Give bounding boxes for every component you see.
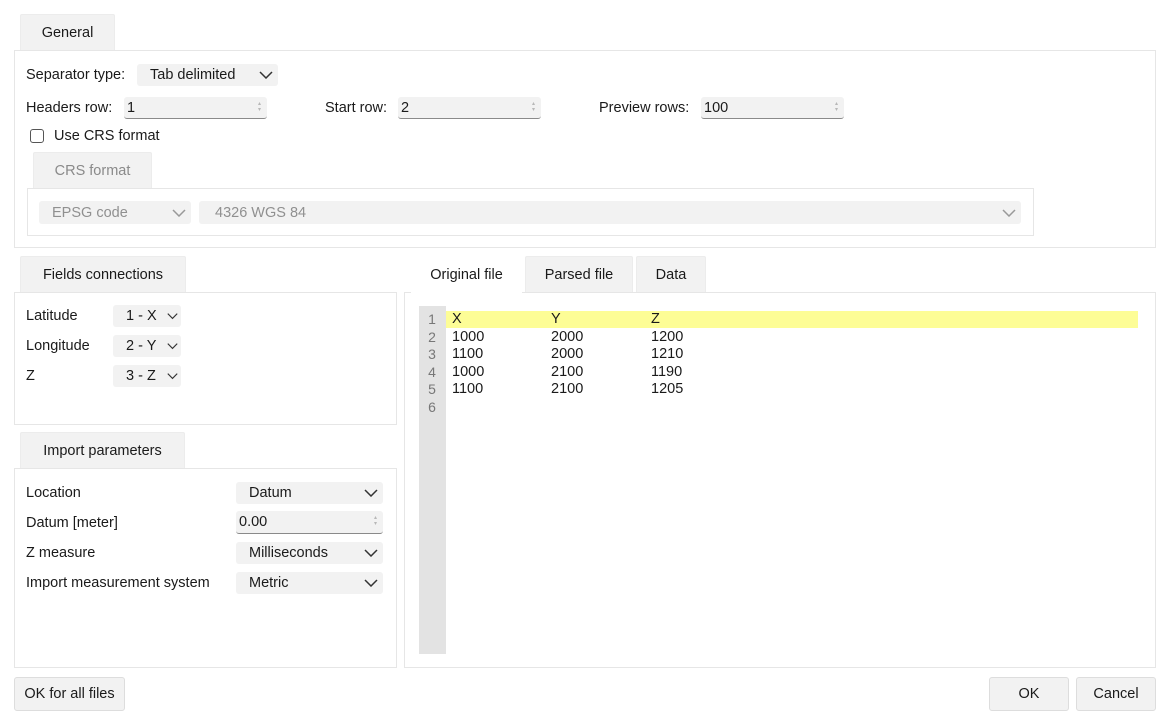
tab-fields-connections-label: Fields connections: [42, 267, 164, 283]
chevron-down-icon: [1002, 208, 1016, 217]
file-cell: Y: [551, 311, 561, 327]
datum-input[interactable]: 0.00 ▴ ▾: [236, 511, 383, 534]
field-latitude-select[interactable]: 1 - X: [113, 305, 181, 327]
ok-label: OK: [1018, 686, 1040, 702]
ok-button[interactable]: OK: [989, 677, 1069, 711]
preview-rows-label: Preview rows:: [599, 100, 690, 116]
measurement-system-select[interactable]: Metric: [236, 572, 383, 594]
line-number: 5: [428, 381, 436, 397]
tab-crs-format: CRS format: [33, 152, 152, 189]
line-number: 4: [428, 363, 436, 380]
ok-for-all-files-button[interactable]: OK for all files: [14, 677, 125, 711]
separator-label: Separator type:: [26, 67, 126, 83]
chevron-down-icon: [364, 579, 378, 587]
location-label: Location: [26, 485, 81, 501]
chevron-down-icon: [167, 313, 178, 320]
preview-rows-input[interactable]: 100 ▴ ▾: [701, 97, 844, 119]
file-cell: Z: [651, 311, 660, 327]
tab-data[interactable]: Data: [636, 256, 706, 293]
preview-panel: [404, 292, 1156, 668]
chevron-down-icon: [167, 373, 178, 380]
field-longitude-select[interactable]: 2 - Y: [113, 335, 181, 357]
chevron-down-icon: [259, 71, 273, 79]
file-cell: 1200: [651, 328, 684, 345]
z-measure-select[interactable]: Milliseconds: [236, 542, 383, 564]
line-number: 1: [428, 311, 436, 327]
z-measure-label: Z measure: [26, 545, 96, 561]
headers-row-value: 1: [127, 99, 136, 116]
highlight-row: [446, 311, 1138, 328]
chevron-down-icon: [364, 549, 378, 557]
datum-value: 0.00: [239, 514, 268, 530]
file-cell: 2000: [551, 328, 584, 345]
file-cell: 1000: [452, 363, 485, 380]
line-number: 6: [428, 398, 436, 415]
field-latitude-value: 1 - X: [126, 308, 157, 324]
file-cell: 1205: [651, 381, 684, 397]
spin-arrows-icon[interactable]: ▴ ▾: [532, 101, 535, 113]
field-longitude-value: 2 - Y: [126, 338, 157, 354]
line-number: 2: [428, 328, 436, 345]
start-row-input[interactable]: 2 ▴ ▾: [398, 97, 541, 119]
field-z-label: Z: [26, 368, 35, 384]
location-value: Datum: [249, 485, 292, 501]
tab-general-label: General: [41, 25, 94, 41]
field-latitude-label: Latitude: [26, 308, 78, 324]
spin-arrows-icon[interactable]: ▴ ▾: [374, 515, 377, 527]
tab-fields-connections[interactable]: Fields connections: [20, 256, 186, 293]
file-cell: 1210: [651, 346, 684, 362]
file-cell: X: [452, 311, 462, 327]
location-select[interactable]: Datum: [236, 482, 383, 504]
field-z-value: 3 - Z: [126, 368, 156, 384]
field-z-select[interactable]: 3 - Z: [113, 365, 181, 387]
separator-select[interactable]: Tab delimited: [137, 64, 278, 86]
file-cell: 2000: [551, 346, 584, 362]
field-longitude-label: Longitude: [26, 338, 90, 354]
separator-value: Tab delimited: [150, 67, 236, 83]
crs-code-select: 4326 WGS 84: [199, 201, 1021, 224]
cancel-button[interactable]: Cancel: [1076, 677, 1156, 711]
start-row-value: 2: [401, 99, 410, 116]
headers-row-label: Headers row:: [26, 100, 113, 116]
tab-original-file[interactable]: Original file: [411, 256, 522, 293]
tab-parsed-file-label: Parsed file: [544, 267, 614, 283]
line-number: 3: [428, 346, 436, 362]
tab-original-file-label: Original file: [430, 267, 503, 283]
tab-data-label: Data: [655, 267, 687, 283]
tab-parsed-file[interactable]: Parsed file: [525, 256, 633, 293]
file-cell: 1100: [452, 346, 484, 362]
crs-type-value: EPSG code: [52, 204, 128, 221]
spin-arrows-icon[interactable]: ▴ ▾: [258, 101, 261, 113]
measurement-system-value: Metric: [249, 575, 289, 591]
preview-rows-value: 100: [704, 99, 729, 116]
tab-general[interactable]: General: [20, 14, 115, 51]
crs-type-select: EPSG code: [39, 201, 191, 224]
datum-label: Datum [meter]: [26, 515, 118, 531]
tab-crs-format-label: CRS format: [54, 163, 131, 179]
spin-arrows-icon[interactable]: ▴ ▾: [835, 101, 838, 113]
crs-code-value: 4326 WGS 84: [215, 204, 307, 221]
z-measure-value: Milliseconds: [249, 545, 328, 561]
line-numbers: 1 2 3 4 5 6: [419, 311, 446, 431]
chevron-down-icon: [364, 489, 378, 497]
tab-import-parameters[interactable]: Import parameters: [20, 432, 185, 469]
tab-import-parameters-label: Import parameters: [43, 443, 162, 459]
file-cell: 2100: [551, 363, 584, 380]
headers-row-input[interactable]: 1 ▴ ▾: [124, 97, 267, 119]
cancel-label: Cancel: [1093, 686, 1139, 702]
file-cell: 1100: [452, 381, 484, 397]
chevron-down-icon: [172, 208, 186, 217]
start-row-label: Start row:: [325, 100, 388, 116]
file-cell: 2100: [551, 381, 584, 397]
chevron-down-icon: [167, 343, 178, 350]
ok-for-all-files-label: OK for all files: [24, 686, 115, 702]
file-cell: 1190: [651, 363, 683, 380]
measurement-system-label: Import measurement system: [26, 575, 210, 591]
use-crs-checkbox[interactable]: [30, 129, 44, 143]
file-cell: 1000: [452, 328, 485, 345]
use-crs-label[interactable]: Use CRS format: [54, 127, 160, 145]
